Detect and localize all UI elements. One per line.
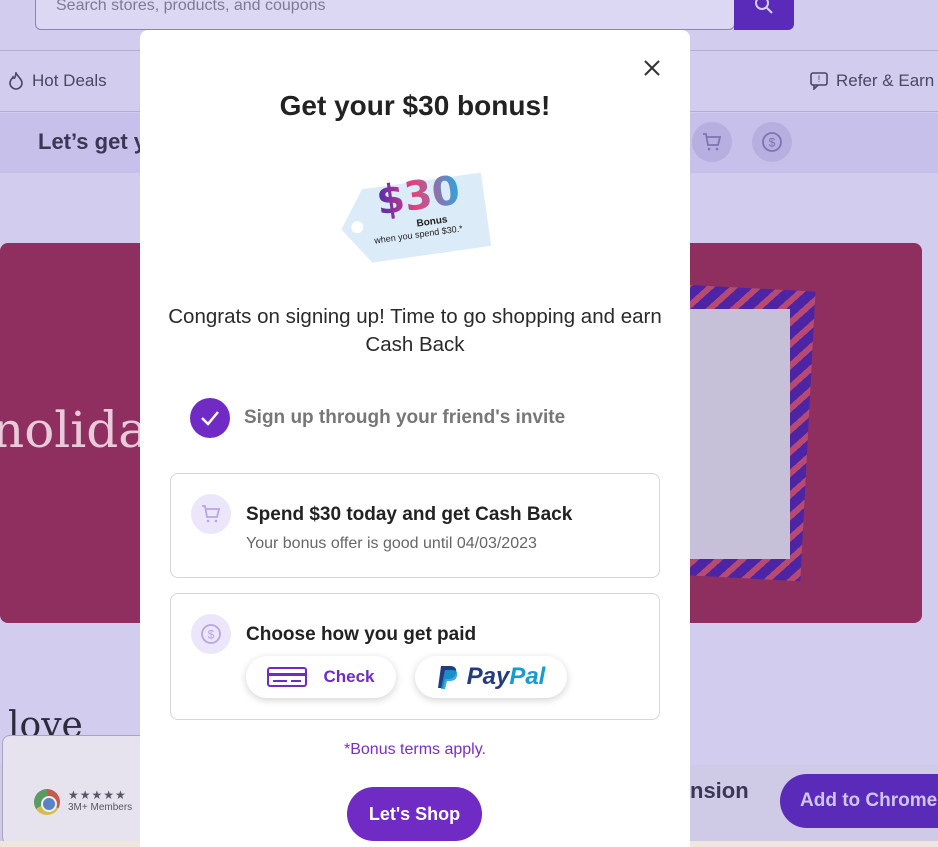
nav-refer-earn-label: Refer & Earn — [836, 71, 935, 90]
search-icon — [755, 0, 773, 14]
close-button[interactable] — [639, 55, 665, 81]
bonus-terms-link[interactable]: *Bonus terms apply. — [140, 741, 690, 759]
nav-hot-deals-label: Hot Deals — [32, 71, 107, 90]
step-spend-title: Spend $30 today and get Cash Back — [246, 504, 573, 525]
chat-icon: ! — [810, 72, 828, 90]
search-input[interactable]: Search stores, products, and coupons — [35, 0, 735, 30]
pay-by-paypal-button[interactable]: PayPal — [415, 656, 567, 698]
lets-shop-button[interactable]: Let's Shop — [347, 787, 482, 841]
members-count: 3M+ Members — [68, 802, 133, 813]
svg-text:$: $ — [208, 628, 215, 642]
paypal-icon — [437, 666, 457, 689]
search-placeholder: Search stores, products, and coupons — [56, 0, 326, 14]
add-to-chrome-button[interactable]: Add to Chrome — [780, 774, 938, 828]
step-payment-title: Choose how you get paid — [246, 624, 477, 645]
flame-icon — [9, 72, 23, 90]
check-label: Check — [323, 667, 375, 686]
paypal-word-pay: Pay — [466, 663, 510, 690]
paypal-word-pal: Pal — [509, 663, 546, 690]
nav-hot-deals[interactable]: Hot Deals — [8, 71, 107, 91]
search-button[interactable] — [734, 0, 794, 30]
close-icon — [644, 60, 660, 76]
dollar-icon: $ — [191, 614, 231, 654]
pay-by-check-button[interactable]: Check — [246, 656, 396, 698]
cart-icon — [191, 494, 231, 534]
check-payment-icon — [267, 667, 308, 687]
dollar-icon: $ — [752, 122, 792, 162]
modal-subtitle: Congrats on signing up! Time to go shopp… — [168, 305, 662, 356]
chrome-icon — [34, 789, 60, 815]
bonus-tag-graphic: $30 Bonus when you spend $30.* — [336, 164, 496, 264]
paypal-wordmark: PayPal — [467, 663, 546, 691]
onboarding-title: Let’s get y — [38, 129, 146, 154]
svg-text:!: ! — [818, 74, 821, 84]
step-signup-label: Sign up through your friend's invite — [244, 407, 566, 428]
bonus-modal: Get your $30 bonus! $30 Bonus when you s… — [140, 30, 690, 847]
svg-text:$: $ — [769, 136, 776, 150]
cart-icon — [692, 122, 732, 162]
step-signup-complete: Sign up through your friend's invite — [190, 398, 565, 438]
rating-stars: ★★★★★ — [68, 788, 127, 802]
step-spend-subtitle: Your bonus offer is good until 04/03/202… — [246, 535, 537, 552]
modal-title: Get your $30 bonus! — [279, 90, 551, 121]
step-payment-card: $ Choose how you get paid Check PayPal — [170, 593, 660, 720]
nav-refer-earn[interactable]: ! Refer & Earn — [810, 71, 934, 91]
step-spend-card: Spend $30 today and get Cash Back Your b… — [170, 473, 660, 578]
extension-text: nsion — [690, 778, 749, 803]
checkmark-icon — [190, 398, 230, 438]
